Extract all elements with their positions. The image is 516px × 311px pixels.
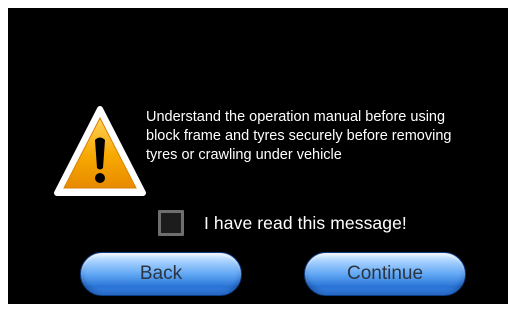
warning-dialog: Understand the operation manual before u… [8,8,508,304]
acknowledge-row: I have read this message! [158,206,407,240]
acknowledge-label: I have read this message! [204,212,407,233]
continue-button[interactable]: Continue [304,252,466,296]
acknowledge-checkbox[interactable] [158,210,184,236]
warning-message-line: Understand the operation manual before u… [146,109,446,125]
warning-message-line: tyres or crawling under vehicle [146,147,342,163]
continue-button-label: Continue [346,263,424,284]
back-button[interactable]: Back [80,252,242,296]
warning-message-line: block frame and tyres securely before re… [146,128,452,144]
back-button-label: Back [139,263,183,284]
warning-triangle-icon [54,106,146,196]
warning-message: Understand the operation manual before u… [146,108,498,165]
